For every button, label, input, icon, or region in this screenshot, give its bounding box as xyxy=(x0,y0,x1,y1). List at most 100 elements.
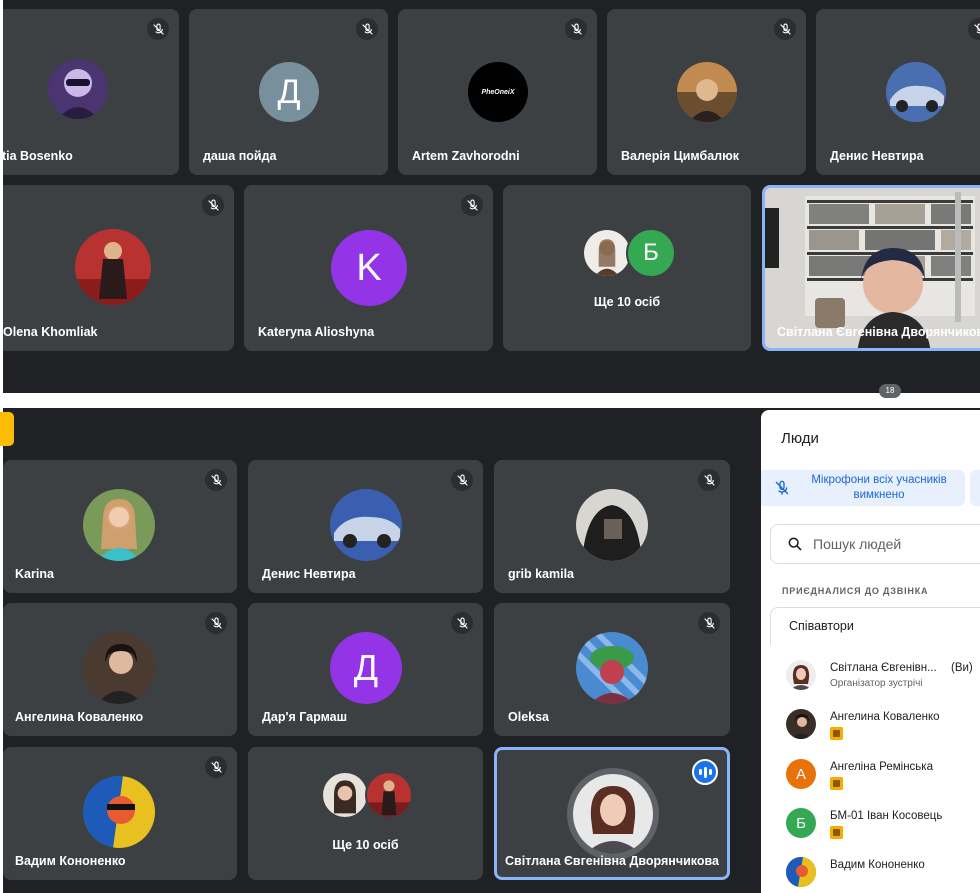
avatar: PheOneiX xyxy=(468,62,528,122)
active-speaker-tile[interactable]: Світлана Євгенівна Дворянчикова xyxy=(494,747,730,880)
add-people-button[interactable] xyxy=(970,470,980,506)
mic-off-icon xyxy=(461,194,483,216)
search-icon xyxy=(788,537,802,551)
participant-name: Ангеліна Ремінська xyxy=(830,761,933,773)
participant-list-item[interactable]: Вадим Кононенко xyxy=(786,857,980,891)
side-tab[interactable] xyxy=(0,412,14,446)
participant-tile[interactable]: grib kamila xyxy=(494,460,730,593)
participant-tile[interactable]: Денис Невтира xyxy=(248,460,483,593)
mic-off-icon xyxy=(968,18,980,40)
avatar xyxy=(576,632,648,704)
avatar xyxy=(365,771,413,819)
participant-name: Oleksa xyxy=(508,710,550,724)
participant-name: Artem Zavhorodni xyxy=(412,149,520,163)
participant-tile[interactable]: Karina xyxy=(3,460,237,593)
participant-tile[interactable]: Денис Невтира xyxy=(816,9,980,175)
section-label: ПРИЄДНАЛИСЯ ДО ДЗВІНКА xyxy=(782,586,929,596)
mic-off-icon xyxy=(698,469,720,491)
participant-name: Світлана Євгенівн... xyxy=(830,662,937,674)
mic-off-icon xyxy=(565,18,587,40)
participant-name: Дар'я Гармаш xyxy=(262,710,348,724)
avatar xyxy=(83,632,155,704)
avatar: Б xyxy=(786,808,816,838)
more-participants-label: Ще 10 осіб xyxy=(593,295,661,309)
participant-name: Вадим Кононенко xyxy=(15,854,126,868)
mic-off-icon xyxy=(356,18,378,40)
participant-tile[interactable]: K Kateryna Alioshyna xyxy=(244,185,493,351)
avatar xyxy=(786,857,816,887)
participant-name: Kateryna Alioshyna xyxy=(258,325,375,339)
mic-off-icon xyxy=(202,194,224,216)
participant-name: Ангелина Коваленко xyxy=(830,711,940,723)
mute-all-button[interactable]: Мікрофони всіх учасників вимкнено xyxy=(761,470,965,506)
participant-tile[interactable]: Oleksa xyxy=(494,603,730,736)
search-input[interactable] xyxy=(813,536,973,552)
mic-off-icon xyxy=(205,612,227,634)
participant-list-item[interactable]: А Ангеліна Ремінська xyxy=(786,759,980,793)
mic-off-icon xyxy=(205,469,227,491)
cohost-icon xyxy=(830,727,843,740)
participant-name: Світлана Євгенівна Дворянчикова xyxy=(777,325,980,339)
participant-tile[interactable]: Д Дар'я Гармаш xyxy=(248,603,483,736)
avatar: Д xyxy=(259,62,319,122)
avatar xyxy=(75,229,151,305)
participant-tile[interactable]: Валерія Цимбалюк xyxy=(607,9,806,175)
participant-list-item[interactable]: Світлана Євгенівн... (Ви) Організатор зу… xyxy=(786,660,980,694)
participant-name: atia Bosenko xyxy=(3,149,73,163)
participant-tile[interactable]: Olena Khomliak xyxy=(3,185,234,351)
avatar xyxy=(786,709,816,739)
cohost-icon xyxy=(830,777,843,790)
search-box[interactable] xyxy=(770,524,980,564)
mic-off-icon xyxy=(147,18,169,40)
panel-title: Люди xyxy=(781,430,819,447)
avatar xyxy=(582,228,632,278)
avatar xyxy=(83,776,155,848)
mute-all-label: Мікрофони всіх учасників вимкнено xyxy=(811,474,947,501)
avatar xyxy=(321,771,369,819)
participant-name: даша пойда xyxy=(203,149,277,163)
avatar xyxy=(567,768,659,860)
avatar xyxy=(886,62,946,122)
you-label: (Ви) xyxy=(951,662,973,674)
presenter-video-tile[interactable]: Світлана Євгенівна Дворянчикова xyxy=(762,185,980,351)
avatar: K xyxy=(331,230,407,306)
participant-name: Karina xyxy=(15,567,54,581)
participant-tile[interactable]: PheOneiX Artem Zavhorodni xyxy=(398,9,597,175)
avatar xyxy=(48,59,108,119)
avatar xyxy=(677,62,737,122)
participant-tile[interactable]: Вадим Кононенко xyxy=(3,747,237,880)
participant-name: Світлана Євгенівна Дворянчикова xyxy=(505,854,719,868)
mic-off-icon xyxy=(451,469,473,491)
logo-text: PheOneiX xyxy=(481,88,515,96)
cohost-icon xyxy=(830,826,843,839)
mic-off-icon xyxy=(205,756,227,778)
more-participants-tile[interactable]: Ще 10 осіб xyxy=(248,747,483,880)
mic-off-icon xyxy=(698,612,720,634)
top-call-grid: atia Bosenko Д даша пойда PheOneiX Artem… xyxy=(3,0,980,393)
group-label: Співавтори xyxy=(789,619,854,633)
people-panel: Люди Мікрофони всіх учасників вимкнено П… xyxy=(761,410,980,893)
avatar: Д xyxy=(330,632,402,704)
participant-tile[interactable]: Д даша пойда xyxy=(189,9,388,175)
participant-name: БМ-01 Іван Косовець xyxy=(830,810,943,822)
avatar xyxy=(786,660,816,690)
participant-name: Olena Khomliak xyxy=(3,325,98,339)
more-participants-label: Ще 10 осіб xyxy=(332,838,399,852)
participant-name: grib kamila xyxy=(508,567,574,581)
participant-count-badge: 18 xyxy=(879,384,901,398)
mic-off-icon xyxy=(771,477,793,499)
avatar: Б xyxy=(626,228,676,278)
avatar xyxy=(576,489,648,561)
participant-tile[interactable]: Ангелина Коваленко xyxy=(3,603,237,736)
participant-name: Денис Невтира xyxy=(262,567,356,581)
avatar: А xyxy=(786,759,816,789)
participant-tile[interactable]: atia Bosenko xyxy=(3,9,179,175)
mic-off-icon xyxy=(774,18,796,40)
speaking-indicator-icon xyxy=(692,759,718,785)
participant-name: Ангелина Коваленко xyxy=(15,710,144,724)
group-header[interactable]: Співавтори xyxy=(770,607,980,645)
more-participants-tile[interactable]: Б Ще 10 осіб xyxy=(503,185,751,351)
participant-list-item[interactable]: Б БМ-01 Іван Косовець xyxy=(786,808,980,842)
participant-list-item[interactable]: Ангелина Коваленко xyxy=(786,709,980,743)
host-label: Організатор зустрічі xyxy=(830,678,923,689)
